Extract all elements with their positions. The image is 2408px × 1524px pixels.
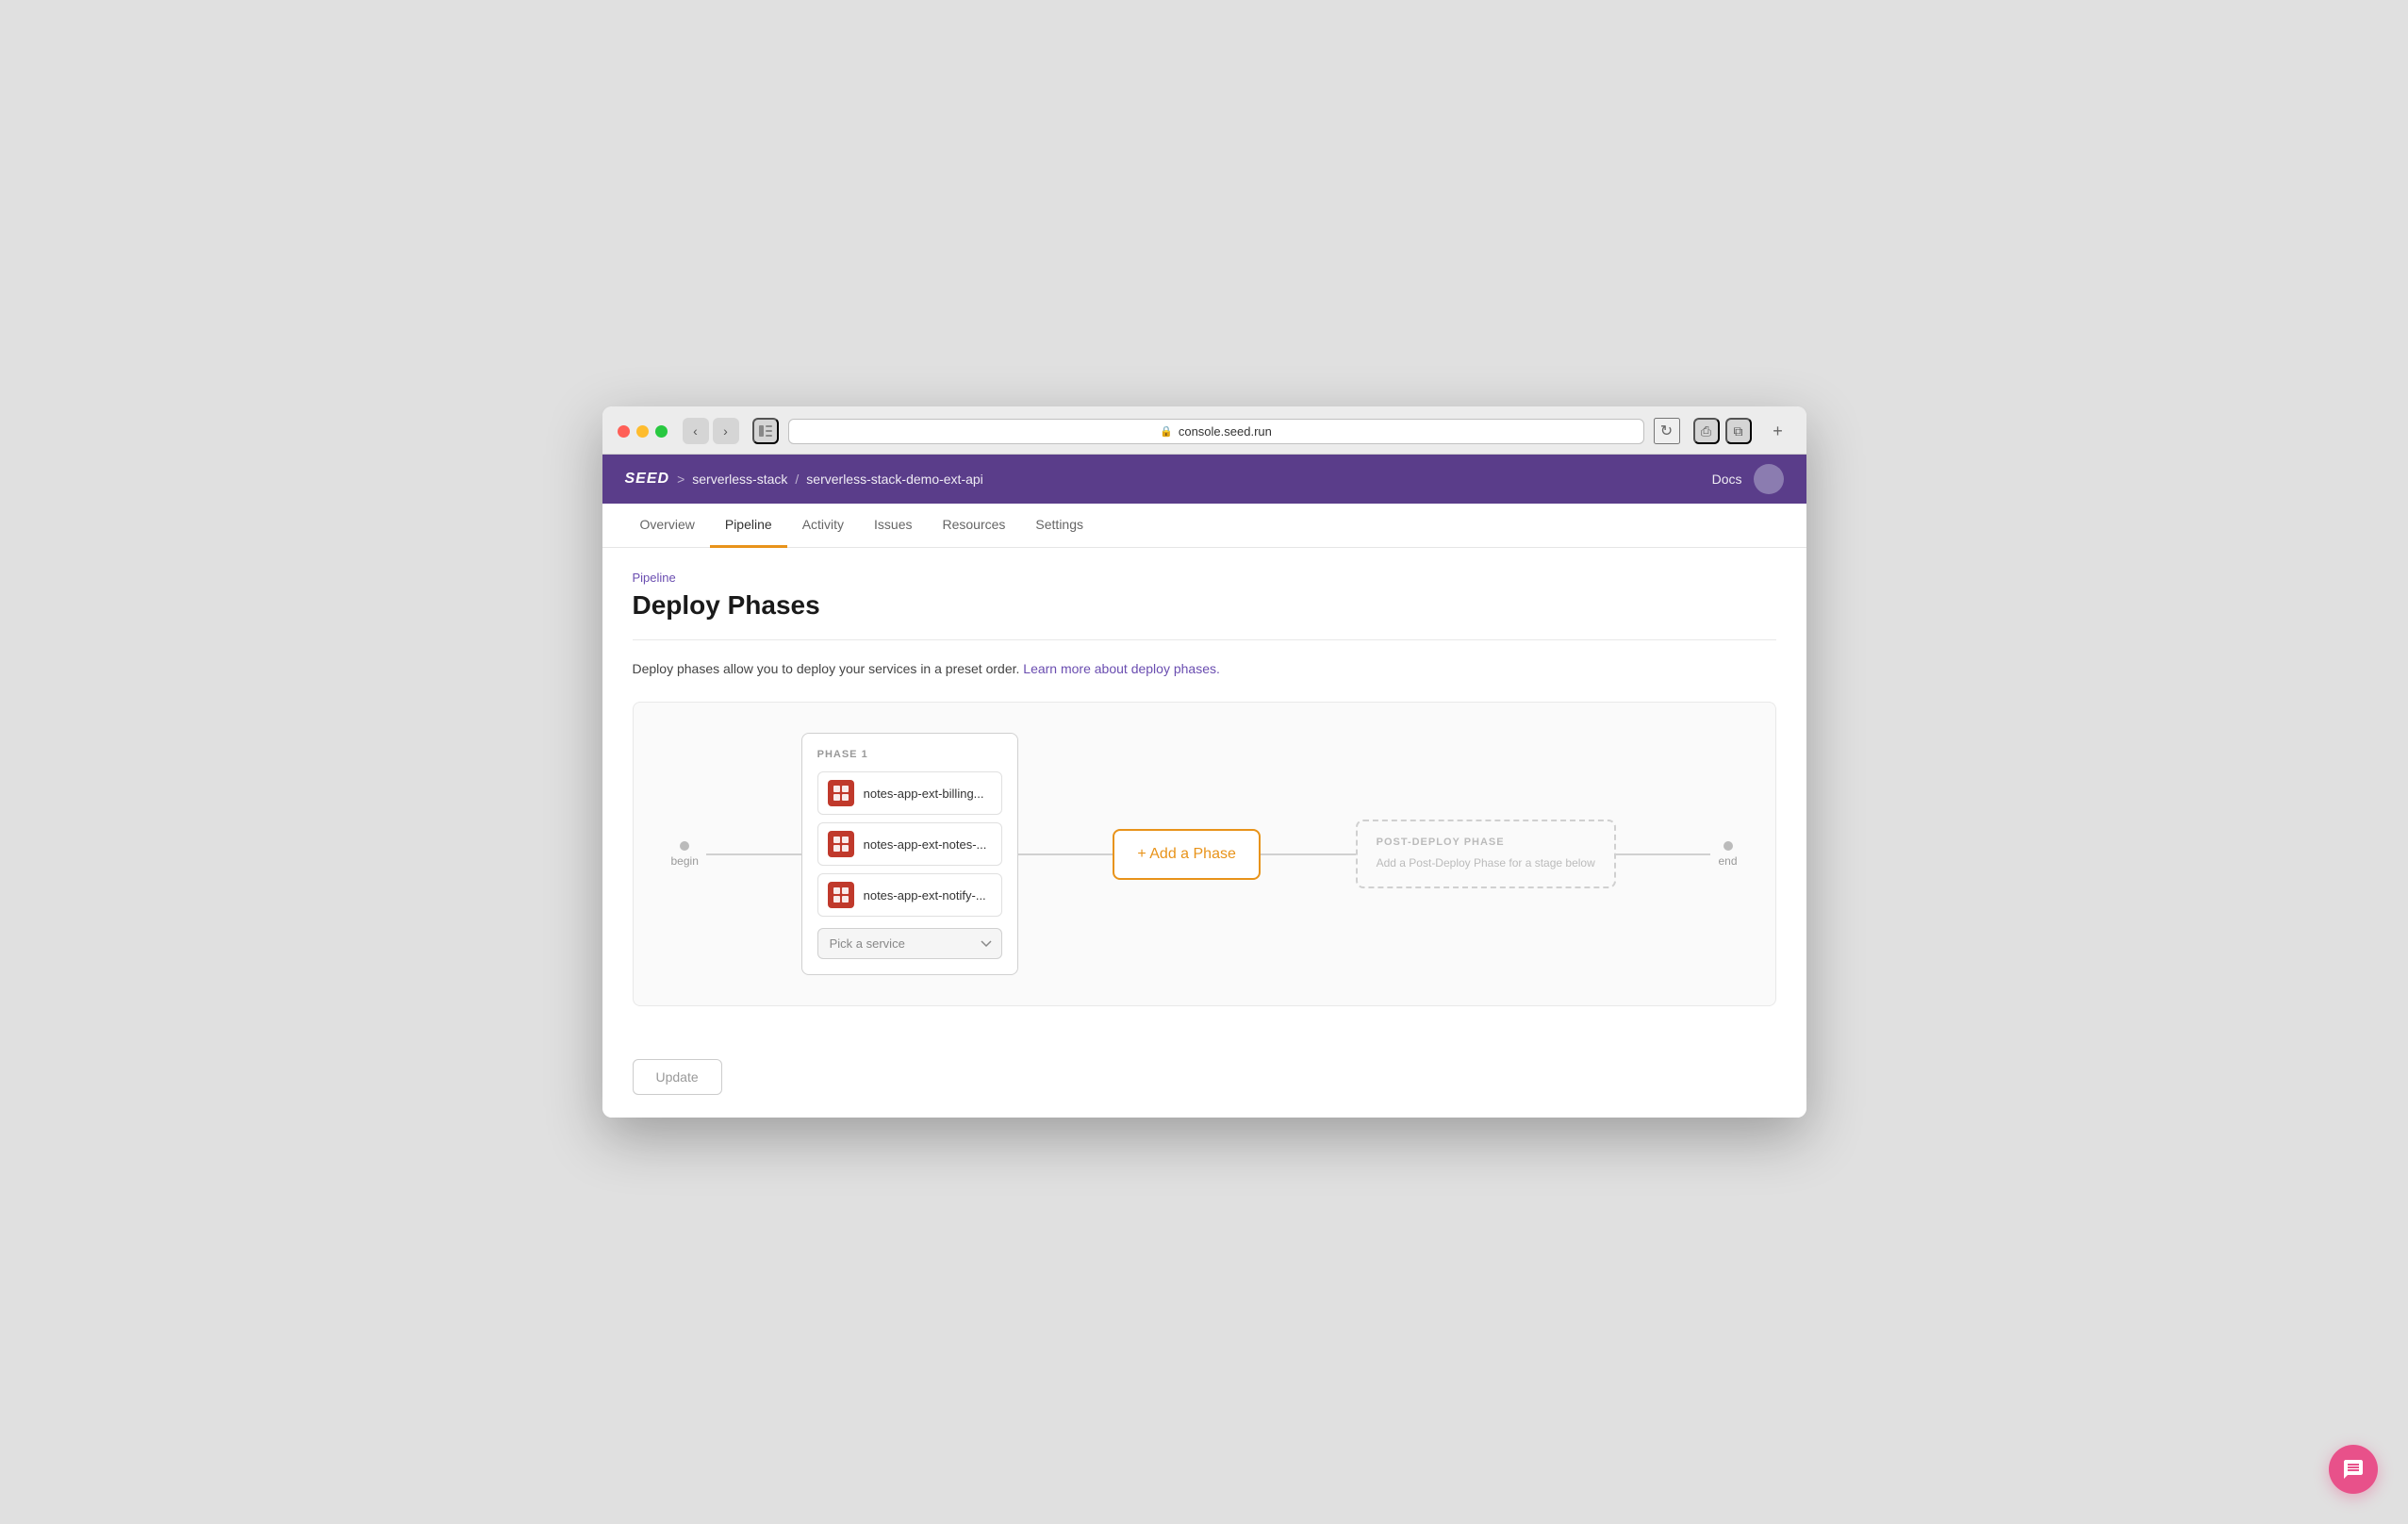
tab-pipeline[interactable]: Pipeline — [710, 504, 787, 548]
traffic-lights — [618, 425, 668, 438]
duplicate-button[interactable]: ⧉ — [1725, 418, 1752, 444]
browser-window: ‹ › 🔒 console.seed.run ↻ ⎙ ⧉ + — [602, 406, 1806, 1118]
pick-service-select[interactable]: Pick a service notes-app-ext-billing not… — [817, 928, 1002, 959]
begin-label: begin — [671, 841, 699, 868]
content-divider — [633, 639, 1776, 640]
browser-titlebar: ‹ › 🔒 console.seed.run ↻ ⎙ ⧉ + — [618, 418, 1791, 444]
service-name-2: notes-app-ext-notes-... — [864, 837, 987, 852]
breadcrumb[interactable]: Pipeline — [633, 571, 1776, 585]
pipeline-wrapper: begin PHASE 1 — [633, 702, 1776, 1006]
phase1-label: PHASE 1 — [817, 749, 1002, 760]
traffic-light-green[interactable] — [655, 425, 668, 438]
update-button[interactable]: Update — [633, 1059, 722, 1095]
breadcrumb-app[interactable]: serverless-stack-demo-ext-api — [806, 472, 983, 487]
chat-button[interactable] — [2329, 1445, 2378, 1494]
service-item-2: notes-app-ext-notes-... — [817, 822, 1002, 866]
reload-button[interactable]: ↻ — [1654, 418, 1680, 444]
end-dot — [1724, 841, 1733, 851]
new-tab-button[interactable]: + — [1765, 418, 1791, 444]
breadcrumb-org[interactable]: serverless-stack — [692, 472, 787, 487]
pipeline-content: begin PHASE 1 — [671, 733, 1738, 975]
description-text: Deploy phases allow you to deploy your s… — [633, 659, 1776, 679]
lock-icon: 🔒 — [1160, 425, 1173, 438]
end-text: end — [1718, 854, 1737, 868]
app-header: SEED > serverless-stack / serverless-sta… — [602, 455, 1806, 504]
header-left: SEED > serverless-stack / serverless-sta… — [625, 471, 983, 488]
tab-settings[interactable]: Settings — [1020, 504, 1098, 548]
service-item-1: notes-app-ext-billing... — [817, 771, 1002, 815]
breadcrumb-sep1: > — [677, 472, 684, 487]
service-icon-3 — [828, 882, 854, 908]
service-name-1: notes-app-ext-billing... — [864, 787, 984, 801]
add-phase-button[interactable]: + Add a Phase — [1113, 829, 1261, 880]
traffic-light-red[interactable] — [618, 425, 630, 438]
description-start: Deploy phases allow you to deploy your s… — [633, 661, 1024, 676]
forward-button[interactable]: › — [713, 418, 739, 444]
post-deploy-text: Add a Post-Deploy Phase for a stage belo… — [1377, 855, 1595, 871]
browser-chrome: ‹ › 🔒 console.seed.run ↻ ⎙ ⧉ + — [602, 406, 1806, 455]
phase-block-1: PHASE 1 notes-app-ext-billing... — [801, 733, 1018, 975]
begin-text: begin — [671, 854, 699, 868]
description-link[interactable]: Learn more about deploy phases. — [1023, 661, 1220, 676]
docs-link[interactable]: Docs — [1712, 472, 1742, 487]
tab-resources[interactable]: Resources — [928, 504, 1021, 548]
header-right: Docs — [1712, 464, 1784, 494]
address-bar[interactable]: 🔒 console.seed.run — [788, 419, 1644, 444]
tab-activity[interactable]: Activity — [787, 504, 859, 548]
tab-issues[interactable]: Issues — [859, 504, 927, 548]
share-button[interactable]: ⎙ — [1693, 418, 1720, 444]
service-icon-1 — [828, 780, 854, 806]
connector-line-1 — [706, 853, 801, 855]
url-text: console.seed.run — [1179, 424, 1272, 439]
connector-line-2 — [1018, 853, 1113, 855]
service-item-3: notes-app-ext-notify-... — [817, 873, 1002, 917]
end-label: end — [1718, 841, 1737, 868]
main-content: Pipeline Deploy Phases Deploy phases all… — [602, 548, 1806, 1118]
avatar[interactable] — [1754, 464, 1784, 494]
tab-overview[interactable]: Overview — [625, 504, 710, 548]
traffic-light-yellow[interactable] — [636, 425, 649, 438]
connector-line-4 — [1616, 853, 1711, 855]
post-deploy-phase: POST-DEPLOY PHASE Add a Post-Deploy Phas… — [1356, 820, 1616, 888]
service-icon-2 — [828, 831, 854, 857]
page-title: Deploy Phases — [633, 590, 1776, 621]
tab-nav: Overview Pipeline Activity Issues Resour… — [602, 504, 1806, 548]
connector-line-3 — [1261, 853, 1356, 855]
sidebar-button[interactable] — [752, 418, 779, 444]
back-button[interactable]: ‹ — [683, 418, 709, 444]
nav-buttons: ‹ › — [683, 418, 739, 444]
browser-actions: ⎙ ⧉ — [1693, 418, 1752, 444]
breadcrumb-sep2: / — [795, 472, 799, 487]
seed-logo: SEED — [625, 471, 670, 488]
post-deploy-label: POST-DEPLOY PHASE — [1377, 837, 1595, 848]
begin-dot — [680, 841, 689, 851]
service-name-3: notes-app-ext-notify-... — [864, 888, 986, 903]
